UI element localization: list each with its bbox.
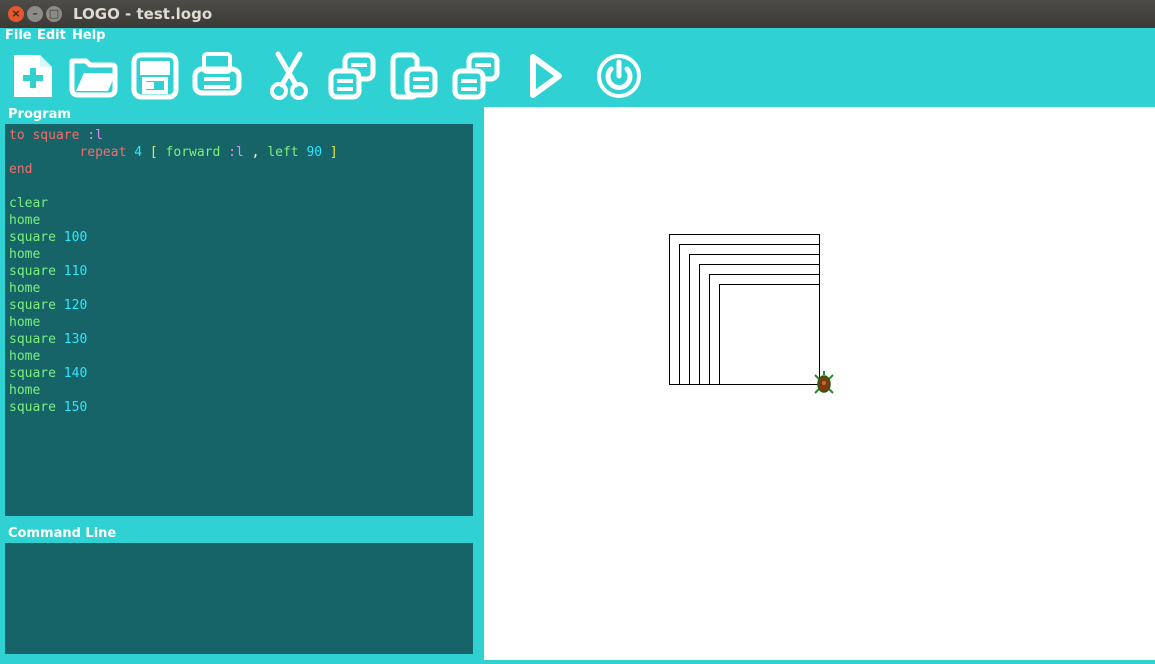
maximize-window-button[interactable]: □ [46, 6, 62, 22]
code-token: home [9, 315, 41, 330]
program-line: home [9, 212, 473, 229]
run-icon [530, 54, 562, 98]
exit-button[interactable] [594, 51, 644, 101]
code-token: 110 [63, 264, 88, 279]
code-token: 120 [63, 298, 88, 313]
drawn-square [679, 244, 820, 385]
program-line: home [9, 280, 473, 297]
program-line: home [9, 314, 473, 331]
cut-button[interactable] [264, 51, 314, 101]
code-token: 4 [134, 145, 150, 160]
power-icon [597, 54, 641, 98]
menu-edit[interactable]: Edit [37, 28, 66, 43]
command-line-input[interactable] [5, 543, 473, 654]
code-token: :l [228, 145, 244, 160]
copy-button[interactable] [327, 51, 377, 101]
turtle-canvas [484, 107, 1155, 660]
command-line-label: Command Line [8, 526, 117, 541]
program-line: repeat 4 [ forward :l , left 90 ] [9, 144, 473, 161]
toolbar [0, 44, 1155, 106]
print-button[interactable] [192, 51, 242, 101]
drawn-square [669, 234, 820, 385]
cut-icon [270, 51, 308, 100]
code-token: end [9, 162, 33, 177]
code-token: home [9, 281, 41, 296]
paste-button[interactable] [389, 51, 439, 101]
code-token: home [9, 213, 41, 228]
save-icon [131, 52, 179, 100]
code-token: square [9, 332, 64, 347]
new-file-button[interactable] [8, 51, 58, 101]
turtle-icon [814, 371, 834, 394]
program-line: home [9, 348, 473, 365]
program-line: home [9, 382, 473, 399]
code-token: forward [165, 145, 229, 160]
save-button[interactable] [130, 51, 180, 101]
code-token: to square [9, 128, 88, 143]
code-token: square [9, 264, 64, 279]
title-bar: × – □ LOGO - test.logo [0, 0, 1155, 28]
menu-help[interactable]: Help [72, 28, 105, 43]
program-line: home [9, 246, 473, 263]
copy-icon [328, 52, 376, 100]
code-token: home [9, 383, 41, 398]
minimize-window-button[interactable]: – [27, 6, 43, 22]
code-token: 100 [63, 230, 88, 245]
menu-bar: File Edit Help [0, 28, 1155, 44]
program-line: square 130 [9, 331, 473, 348]
duplicate-icon [452, 52, 500, 100]
code-token: left [267, 145, 307, 160]
program-editor[interactable]: to square :l repeat 4 [ forward :l , lef… [5, 124, 473, 516]
code-token: :l [87, 128, 103, 143]
window-title: LOGO - test.logo [73, 5, 213, 23]
open-button[interactable] [68, 51, 118, 101]
drawn-square [709, 274, 820, 385]
code-token: repeat [9, 145, 135, 160]
program-line: to square :l [9, 127, 473, 144]
code-token: [ [149, 145, 166, 160]
drawing-area [669, 234, 834, 394]
program-line: square 110 [9, 263, 473, 280]
code-token: 90 [306, 145, 323, 160]
code-token: 150 [63, 400, 88, 415]
code-token: , [243, 145, 268, 160]
code-token: square [9, 298, 64, 313]
program-line: square 140 [9, 365, 473, 382]
program-line: square 120 [9, 297, 473, 314]
code-token: home [9, 247, 41, 262]
print-icon [192, 52, 242, 96]
program-line: square 100 [9, 229, 473, 246]
program-line: square 150 [9, 399, 473, 416]
drawn-square [719, 284, 820, 385]
code-token: 140 [63, 366, 88, 381]
code-token: 130 [63, 332, 88, 347]
run-button[interactable] [521, 51, 571, 101]
code-token: square [9, 366, 64, 381]
code-token: home [9, 349, 41, 364]
code-token: clear [9, 196, 49, 211]
new-file-icon [14, 55, 52, 97]
close-window-button[interactable]: × [8, 6, 24, 22]
program-line [9, 178, 473, 195]
open-folder-icon [69, 58, 118, 98]
drawn-squares [669, 234, 820, 385]
drawn-square [699, 264, 820, 385]
program-line: end [9, 161, 473, 178]
paste-icon [390, 52, 438, 100]
program-line: clear [9, 195, 473, 212]
code-token: square [9, 400, 64, 415]
code-token: ] [322, 145, 338, 160]
program-label: Program [8, 107, 71, 122]
duplicate-button[interactable] [451, 51, 501, 101]
menu-file[interactable]: File [5, 28, 32, 43]
code-token: square [9, 230, 64, 245]
